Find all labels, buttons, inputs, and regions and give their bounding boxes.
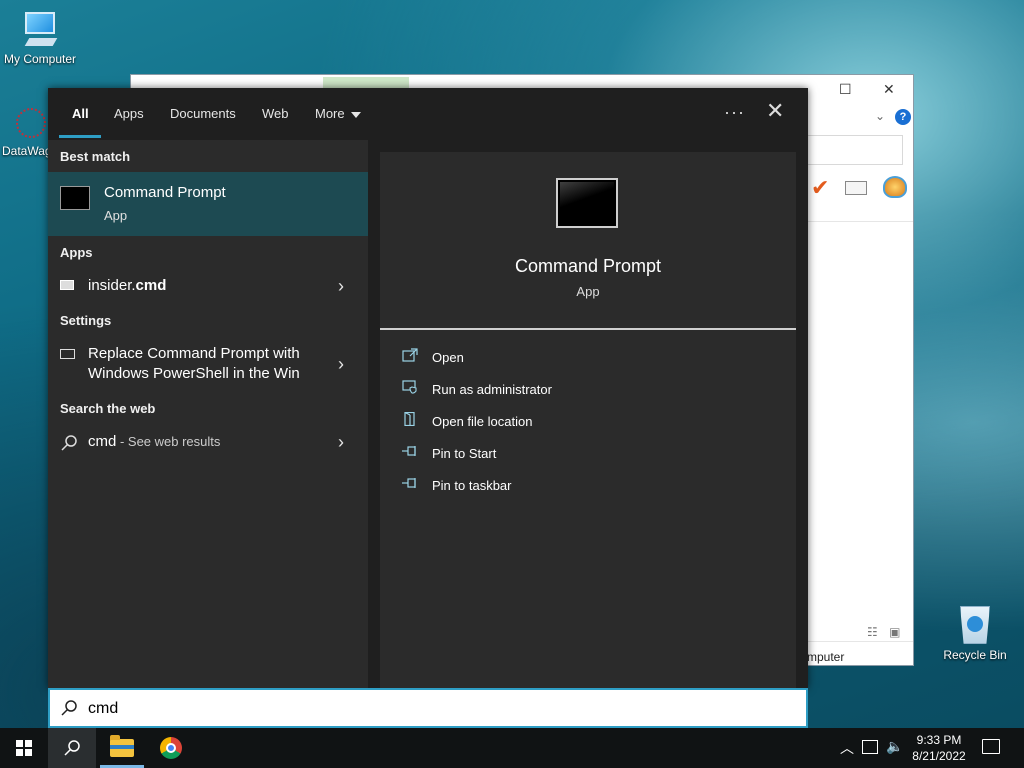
status-bar-text: mputer bbox=[807, 641, 913, 665]
shield-icon bbox=[402, 380, 417, 394]
address-bar[interactable] bbox=[807, 135, 903, 165]
monitor-icon bbox=[60, 349, 75, 359]
tab-more[interactable]: More bbox=[315, 106, 361, 121]
taskbar-chrome[interactable] bbox=[148, 728, 196, 768]
result-detail-pane: Command Prompt App Open Run as administr… bbox=[380, 152, 796, 688]
detail-title: Command Prompt bbox=[514, 256, 662, 276]
detail-divider bbox=[380, 328, 796, 330]
best-match-title: Command Prompt bbox=[104, 184, 226, 201]
search-input[interactable] bbox=[88, 698, 768, 720]
web-hint: - See web results bbox=[116, 434, 221, 449]
action-open-file-location[interactable]: Open file location bbox=[402, 408, 782, 436]
checkmark-icon[interactable]: ✔ bbox=[811, 175, 829, 201]
best-match-subtitle: App bbox=[104, 208, 128, 223]
start-search-panel: All Apps Documents Web More ··· ✕ Best m… bbox=[48, 88, 808, 688]
chevron-right-icon[interactable]: › bbox=[338, 432, 344, 453]
computer-icon bbox=[23, 10, 58, 50]
results-list: Best match Command Prompt App Apps insid… bbox=[48, 140, 368, 688]
close-window-icon[interactable]: ✕ bbox=[883, 81, 895, 98]
action-label: Pin to taskbar bbox=[432, 478, 512, 493]
result-prefix: insider. bbox=[88, 277, 136, 294]
chevron-right-icon[interactable]: › bbox=[338, 276, 344, 297]
search-tabs: All Apps Documents Web More ··· ✕ bbox=[48, 88, 808, 140]
clock[interactable]: 9:33 PM 8/21/2022 bbox=[906, 732, 972, 764]
chevron-right-icon[interactable]: › bbox=[338, 354, 344, 375]
search-icon bbox=[61, 700, 77, 716]
result-label: cmd - See web results bbox=[88, 432, 220, 452]
ellipsis-icon[interactable]: ··· bbox=[724, 102, 745, 123]
chrome-icon bbox=[160, 737, 182, 759]
notifications-icon[interactable] bbox=[982, 739, 1000, 754]
action-label: Pin to Start bbox=[432, 446, 497, 461]
clock-time: 9:33 PM bbox=[916, 733, 962, 747]
volume-icon[interactable]: 🔈 bbox=[886, 738, 903, 768]
maximize-icon[interactable]: ☐ bbox=[839, 81, 852, 98]
caret-down-icon bbox=[350, 111, 361, 118]
desktop-icon-my-computer[interactable]: My Computer bbox=[0, 10, 80, 66]
command-prompt-large-icon bbox=[556, 178, 618, 228]
search-icon bbox=[61, 435, 77, 451]
pin-icon bbox=[402, 446, 416, 456]
search-box[interactable] bbox=[48, 688, 808, 728]
desktop-icon-label: Recycle Bin bbox=[943, 648, 1007, 662]
close-icon[interactable]: ✕ bbox=[766, 100, 784, 122]
action-pin-to-start[interactable]: Pin to Start bbox=[402, 440, 782, 468]
pin-icon bbox=[402, 478, 416, 488]
action-pin-to-taskbar[interactable]: Pin to taskbar bbox=[402, 472, 782, 500]
active-tab-indicator bbox=[59, 135, 101, 138]
taskbar: ︿ 🔈 9:33 PM 8/21/2022 bbox=[0, 728, 1024, 768]
toolbar: ✔ bbox=[807, 175, 913, 201]
web-query: cmd bbox=[88, 433, 117, 450]
tab-all[interactable]: All bbox=[72, 106, 89, 121]
action-open[interactable]: Open bbox=[402, 344, 782, 372]
taskbar-search-button[interactable] bbox=[48, 728, 96, 768]
divider bbox=[807, 221, 913, 222]
help-icon[interactable]: ? bbox=[895, 109, 911, 125]
datawag-icon bbox=[16, 108, 50, 142]
result-line-1: Replace Command Prompt with bbox=[88, 345, 300, 362]
open-icon bbox=[402, 348, 418, 362]
shell-icon[interactable] bbox=[883, 176, 907, 198]
recycle-bin-icon bbox=[956, 602, 994, 646]
result-web-search[interactable]: cmd - See web results › bbox=[48, 420, 368, 462]
section-search-the-web: Search the web bbox=[60, 401, 156, 416]
action-run-as-administrator[interactable]: Run as administrator bbox=[402, 376, 782, 404]
section-settings: Settings bbox=[60, 313, 112, 328]
command-prompt-icon bbox=[60, 186, 90, 210]
result-replace-powershell[interactable]: Replace Command Prompt with Windows Powe… bbox=[48, 332, 368, 388]
result-match: cmd bbox=[135, 277, 167, 294]
tab-more-label: More bbox=[315, 106, 345, 121]
action-label: Run as administrator bbox=[432, 382, 552, 397]
search-icon bbox=[64, 740, 80, 756]
view-toggle-icon[interactable]: ☷ ▣ bbox=[867, 625, 904, 639]
network-icon[interactable] bbox=[862, 740, 878, 754]
chevron-down-icon[interactable]: ⌄ bbox=[875, 109, 885, 123]
mail-icon[interactable] bbox=[845, 181, 867, 195]
desktop-icon-label: My Computer bbox=[3, 52, 77, 66]
desktop-icon-recycle-bin[interactable]: Recycle Bin bbox=[935, 602, 1015, 662]
file-location-icon bbox=[404, 412, 415, 426]
action-label: Open file location bbox=[432, 414, 533, 429]
windows-logo-icon bbox=[16, 740, 32, 756]
detail-subtitle: App bbox=[576, 284, 600, 299]
clock-date: 8/21/2022 bbox=[912, 749, 966, 763]
script-file-icon bbox=[60, 280, 74, 290]
taskbar-file-explorer[interactable] bbox=[98, 728, 146, 768]
start-button[interactable] bbox=[0, 728, 48, 768]
section-best-match: Best match bbox=[60, 149, 131, 164]
folder-icon bbox=[110, 735, 134, 757]
action-label: Open bbox=[432, 350, 464, 365]
result-insider-cmd[interactable]: insider.cmd › bbox=[48, 264, 368, 306]
section-apps: Apps bbox=[60, 245, 93, 260]
show-hidden-icons-chevron-icon[interactable]: ︿ bbox=[840, 738, 854, 768]
result-label: insider.cmd bbox=[88, 276, 166, 296]
tab-documents[interactable]: Documents bbox=[170, 106, 236, 121]
tab-web[interactable]: Web bbox=[262, 106, 289, 121]
result-label: Replace Command Prompt with Windows Powe… bbox=[88, 344, 300, 384]
tab-apps[interactable]: Apps bbox=[114, 106, 144, 121]
best-match-command-prompt[interactable]: Command Prompt App bbox=[48, 172, 368, 236]
result-line-2: Windows PowerShell in the Win bbox=[88, 365, 300, 382]
